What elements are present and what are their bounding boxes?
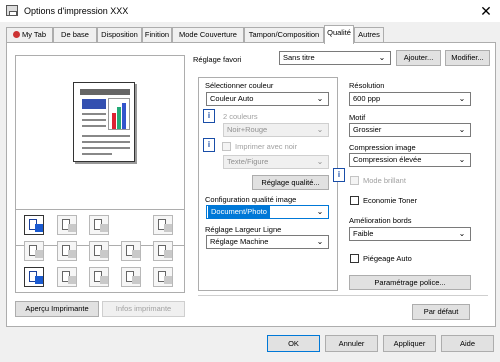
close-icon[interactable]: ✕ (476, 3, 496, 19)
line-width-select[interactable]: Réglage Machine ⌄ (206, 235, 329, 249)
printer-icons-box (15, 209, 185, 293)
font-a-icon (89, 241, 109, 261)
add-favorite-button[interactable]: Ajouter... (396, 50, 441, 66)
compression-select[interactable]: Compression élevée ⌄ (349, 153, 471, 167)
chevron-down-icon: ⌄ (378, 53, 386, 62)
two-colors-select: Noir+Rouge ⌄ (223, 123, 329, 137)
quality-icon (24, 267, 44, 287)
tab-qualite[interactable]: Qualité (324, 25, 354, 44)
apply-button[interactable]: Appliquer (383, 335, 436, 352)
image-config-label: Configuration qualité image (205, 195, 297, 204)
favorites-label: Réglage favori (193, 55, 242, 64)
tab-finition[interactable]: Finition (142, 27, 172, 43)
info-icon: i (203, 109, 215, 123)
tray-icon (24, 241, 44, 261)
user-icon (89, 267, 109, 287)
resolution-label: Résolution (349, 81, 385, 90)
cover-icon (121, 241, 141, 261)
printer-info-button: Infos imprimante (102, 301, 185, 317)
cancel-button[interactable]: Annuler (325, 335, 378, 352)
quality-settings-button[interactable]: Réglage qualité... (252, 175, 329, 190)
chevron-down-icon: ⌄ (316, 94, 324, 103)
chevron-down-icon: ⌄ (316, 207, 324, 216)
tab-autres[interactable]: Autres (354, 27, 384, 43)
pattern-label: Motif (349, 113, 366, 122)
color-select-label: Sélectionner couleur (205, 81, 274, 90)
print-black-checkbox (222, 142, 231, 151)
booklet-icon (57, 241, 77, 261)
toner-save-label: Economie Toner (363, 196, 418, 205)
image-config-select[interactable]: Document/Photo ⌄ (206, 205, 329, 219)
print-black-label: Imprimer avec noir (235, 142, 298, 151)
chevron-down-icon: ⌄ (458, 229, 466, 238)
help-button[interactable]: Aide (441, 335, 494, 352)
color-select[interactable]: Couleur Auto ⌄ (206, 92, 329, 106)
duplex-icon (24, 215, 44, 235)
fold-icon (153, 215, 173, 235)
printer-view-button[interactable]: Aperçu Imprimante (15, 301, 99, 317)
watermark-icon (153, 267, 173, 287)
ok-button[interactable]: OK (267, 335, 320, 352)
glossy-mode-checkbox (350, 176, 359, 185)
stamp-icon (153, 241, 173, 261)
punch-icon (89, 215, 109, 235)
tab-strip: My Tab De base Disposition Finition Mode… (6, 25, 496, 44)
chevron-down-icon: ⌄ (458, 125, 466, 134)
chevron-down-icon: ⌄ (458, 94, 466, 103)
divider (198, 295, 488, 296)
info-icon: i (203, 138, 215, 152)
auto-trapping-checkbox[interactable] (350, 254, 359, 263)
printer-icon (6, 5, 18, 16)
title-bar: Options d'impression XXX ✕ (0, 0, 500, 22)
person-icon (12, 31, 20, 38)
pattern-select[interactable]: Grossier ⌄ (349, 123, 471, 137)
chevron-down-icon: ⌄ (316, 157, 324, 166)
chevron-down-icon: ⌄ (458, 155, 466, 164)
edge-enhance-label: Amélioration bords (349, 216, 412, 225)
overlay-icon (121, 267, 141, 287)
preview-header (80, 89, 130, 95)
output-icon (57, 267, 77, 287)
default-button[interactable]: Par défaut (412, 304, 470, 320)
window-title: Options d'impression XXX (24, 6, 129, 16)
tab-disposition[interactable]: Disposition (97, 27, 142, 43)
tab-de-base[interactable]: De base (53, 27, 97, 43)
info-icon: i (333, 168, 345, 182)
chevron-down-icon: ⌄ (316, 125, 324, 134)
tab-tampon-composition[interactable]: Tampon/Composition (244, 27, 324, 43)
preview-text-block (82, 99, 106, 109)
two-colors-label: 2 couleurs (223, 112, 258, 121)
quality-panel: Aperçu Imprimante Infos imprimante Régla… (6, 42, 496, 327)
line-width-label: Réglage Largeur Ligne (205, 225, 282, 234)
tab-mode-couverture[interactable]: Mode Couverture (172, 27, 244, 43)
staple-icon (57, 215, 77, 235)
edge-enhance-select[interactable]: Faible ⌄ (349, 227, 471, 241)
auto-trapping-label: Piégeage Auto (363, 254, 412, 263)
compression-label: Compression image (349, 143, 416, 152)
resolution-select[interactable]: 600 ppp ⌄ (349, 92, 471, 106)
chevron-down-icon: ⌄ (316, 237, 324, 246)
tab-my-tab[interactable]: My Tab (6, 27, 53, 43)
text-figure-select: Texte/Figure ⌄ (223, 155, 329, 169)
modify-favorite-button[interactable]: Modifier... (445, 50, 490, 66)
toner-save-checkbox[interactable] (350, 196, 359, 205)
favorites-select[interactable]: Sans titre ⌄ (279, 51, 391, 65)
preview-chart (108, 98, 130, 130)
font-settings-button[interactable]: Paramétrage police... (349, 275, 471, 290)
glossy-mode-label: Mode brillant (363, 176, 406, 185)
page-preview (73, 82, 135, 162)
